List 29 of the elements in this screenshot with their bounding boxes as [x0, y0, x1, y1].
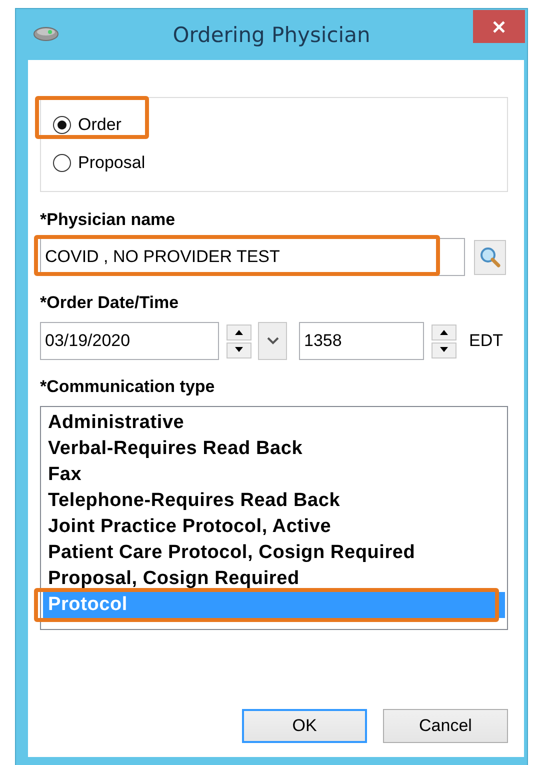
spin-buttons[interactable]	[431, 322, 457, 360]
date-field[interactable]: 03/19/2020	[40, 322, 219, 360]
close-icon	[492, 20, 506, 34]
cancel-button[interactable]: Cancel	[383, 709, 508, 743]
radio-label[interactable]: Proposal	[78, 153, 146, 173]
chevron-icon	[266, 337, 278, 345]
ok-button[interactable]: OK	[242, 709, 367, 743]
time-field[interactable]: 1358	[299, 322, 424, 360]
list-item[interactable]: Verbal-Requires Read Back	[43, 436, 505, 462]
list-item[interactable]: Proposal, Cosign Required	[43, 566, 505, 592]
search-button[interactable]	[474, 240, 506, 274]
field-label: *Communication type	[40, 377, 215, 397]
window-title: Ordering Physician	[172, 22, 370, 46]
list-item[interactable]: Patient Care Protocol, Cosign Required	[43, 540, 505, 566]
list-item[interactable]: Administrative	[43, 410, 505, 436]
radio-button[interactable]	[52, 153, 72, 173]
dropdown-button[interactable]	[258, 322, 287, 360]
app-icon	[33, 26, 59, 42]
search-icon	[479, 246, 501, 268]
list-item[interactable]: Fax	[43, 462, 505, 488]
field-label: *Order Date/Time	[40, 293, 179, 313]
close-button[interactable]	[473, 10, 525, 43]
spin-buttons[interactable]	[226, 322, 252, 360]
radio-button[interactable]	[52, 115, 72, 135]
list-item[interactable]: Joint Practice Protocol, Active	[43, 514, 505, 540]
timezone-label: EDT	[469, 331, 503, 351]
list-item[interactable]: Telephone-Requires Read Back	[43, 488, 505, 514]
radio-label[interactable]: Order	[78, 115, 122, 135]
field-label: *Physician name	[40, 210, 176, 230]
